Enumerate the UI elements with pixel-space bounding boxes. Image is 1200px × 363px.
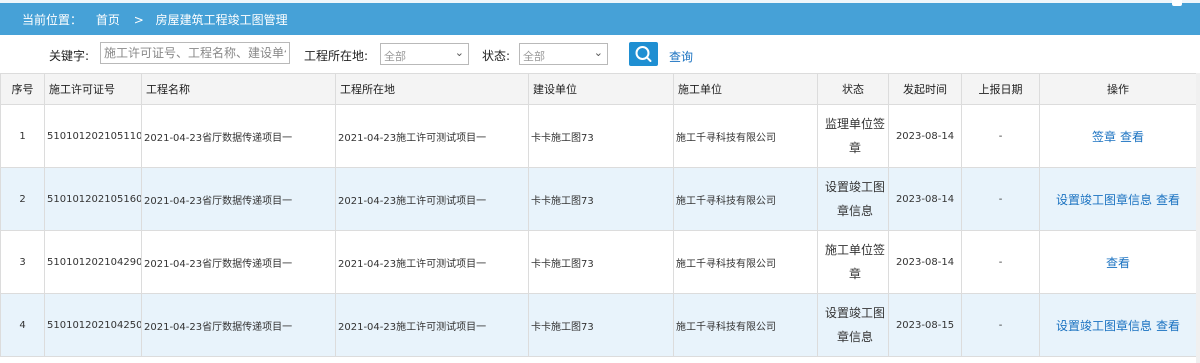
cell-permit: 51010120210511010 (44, 104, 142, 168)
status-line-2: 章 (848, 267, 861, 281)
cell-actions: 设置竣工图章信息 查看 (1039, 167, 1197, 231)
col-header-start: 发起时间 (888, 73, 962, 105)
results-table: 序号 施工许可证号 工程名称 工程所在地 建设单位 施工单位 状态 发起时间 上… (0, 73, 1197, 357)
search-icon (635, 46, 652, 62)
chevron-down-icon: ⌄ (454, 46, 464, 59)
sign-link[interactable]: 签章 (1092, 130, 1116, 144)
breadcrumb-location-label: 当前位置： (22, 13, 83, 27)
cell-index: 4 (0, 293, 45, 357)
cell-status: 设置竣工图 章信息 (817, 293, 889, 357)
keyword-input[interactable] (100, 42, 290, 64)
cell-permit: 51010120210429020 (44, 230, 142, 294)
cell-contractor: 施工千寻科技有限公司 (673, 167, 818, 231)
breadcrumb-home-link[interactable]: 首页 (96, 13, 120, 27)
top-bar: 当前位置： 首页 > 房屋建筑工程竣工图管理 (0, 0, 1200, 35)
cell-location: 2021-04-23施工许可测试项目一 (335, 104, 529, 168)
cell-actions: 设置竣工图章信息 查看 (1039, 293, 1197, 357)
cell-name: 2021-04-23省厅数据传递项目一 (141, 167, 336, 231)
view-link[interactable]: 查看 (1156, 193, 1180, 207)
cell-name: 2021-04-23省厅数据传递项目一 (141, 230, 336, 294)
status-line-1: 设置竣工图 (824, 306, 885, 320)
status-label: 状态: (482, 49, 511, 63)
col-header-contractor: 施工单位 (673, 73, 818, 105)
status-select-value: 全部 (523, 50, 545, 63)
cell-report: - (961, 167, 1040, 231)
search-button[interactable] (629, 42, 658, 66)
search-link[interactable]: 查询 (669, 48, 693, 65)
cell-builder: 卡卡施工图73 (528, 104, 674, 168)
cell-contractor: 施工千寻科技有限公司 (673, 230, 818, 294)
cell-start: 2023-08-15 (888, 293, 962, 357)
cell-report: - (961, 293, 1040, 357)
col-header-permit: 施工许可证号 (44, 73, 142, 105)
table-header-row: 序号 施工许可证号 工程名称 工程所在地 建设单位 施工单位 状态 发起时间 上… (0, 73, 1197, 105)
status-select[interactable]: 全部 ⌄ (519, 43, 608, 65)
scrollbar[interactable] (1196, 73, 1200, 363)
status-line-2: 章信息 (836, 204, 873, 218)
cell-contractor: 施工千寻科技有限公司 (673, 104, 818, 168)
chevron-down-icon: ⌄ (593, 46, 603, 59)
table-row: 1 51010120210511010 2021-04-23省厅数据传递项目一 … (0, 104, 1197, 168)
cell-contractor: 施工千寻科技有限公司 (673, 293, 818, 357)
cell-start: 2023-08-14 (888, 167, 962, 231)
cell-status: 监理单位签章 (817, 104, 889, 168)
cell-builder: 卡卡施工图73 (528, 293, 674, 357)
cell-start: 2023-08-14 (888, 104, 962, 168)
cell-permit: 51010120210516010 (44, 167, 142, 231)
region-select[interactable]: 全部 ⌄ (380, 43, 469, 65)
cell-report: - (961, 104, 1040, 168)
cell-index: 1 (0, 104, 45, 168)
status-line-1: 施工单位签 (824, 243, 885, 257)
region-select-value: 全部 (384, 50, 406, 63)
cell-location: 2021-04-23施工许可测试项目一 (335, 230, 529, 294)
window-corner (1172, 0, 1182, 6)
status-line-1: 设置竣工图 (824, 180, 885, 194)
col-header-index: 序号 (0, 73, 45, 105)
breadcrumb-current: 房屋建筑工程竣工图管理 (155, 13, 288, 27)
cell-builder: 卡卡施工图73 (528, 230, 674, 294)
filter-bar: 关键字: 工程所在地: 全部 ⌄ 状态: 全部 ⌄ 查询 (0, 35, 1200, 72)
col-header-status: 状态 (817, 73, 889, 105)
col-header-name: 工程名称 (141, 73, 336, 105)
region-label: 工程所在地: (304, 49, 369, 63)
breadcrumb-separator: > (133, 13, 144, 27)
set-stamp-info-link[interactable]: 设置竣工图章信息 (1056, 193, 1152, 207)
col-header-location: 工程所在地 (335, 73, 529, 105)
cell-status: 施工单位签章 (817, 230, 889, 294)
col-header-report: 上报日期 (961, 73, 1040, 105)
table-row: 2 51010120210516010 2021-04-23省厅数据传递项目一 … (0, 167, 1197, 231)
status-line-2: 章信息 (836, 330, 873, 344)
cell-name: 2021-04-23省厅数据传递项目一 (141, 104, 336, 168)
cell-actions: 查看 (1039, 230, 1197, 294)
table-row: 4 51010120210425020 2021-04-23省厅数据传递项目一 … (0, 293, 1197, 357)
cell-location: 2021-04-23施工许可测试项目一 (335, 293, 529, 357)
cell-index: 2 (0, 167, 45, 231)
status-line-2: 章 (848, 141, 861, 155)
cell-location: 2021-04-23施工许可测试项目一 (335, 167, 529, 231)
cell-index: 3 (0, 230, 45, 294)
cell-builder: 卡卡施工图73 (528, 167, 674, 231)
set-stamp-info-link[interactable]: 设置竣工图章信息 (1056, 319, 1152, 333)
view-link[interactable]: 查看 (1156, 319, 1180, 333)
cell-name: 2021-04-23省厅数据传递项目一 (141, 293, 336, 357)
status-line-1: 监理单位签 (824, 117, 885, 131)
keyword-label: 关键字: (49, 49, 90, 63)
col-header-builder: 建设单位 (528, 73, 674, 105)
cell-status: 设置竣工图 章信息 (817, 167, 889, 231)
cell-start: 2023-08-14 (888, 230, 962, 294)
cell-permit: 51010120210425020 (44, 293, 142, 357)
col-header-actions: 操作 (1039, 73, 1197, 105)
view-link[interactable]: 查看 (1120, 130, 1144, 144)
view-link[interactable]: 查看 (1106, 256, 1130, 270)
cell-report: - (961, 230, 1040, 294)
top-strip (0, 0, 1200, 3)
table-row: 3 51010120210429020 2021-04-23省厅数据传递项目一 … (0, 230, 1197, 294)
cell-actions: 签章 查看 (1039, 104, 1197, 168)
breadcrumb: 当前位置： 首页 > 房屋建筑工程竣工图管理 (22, 11, 298, 28)
